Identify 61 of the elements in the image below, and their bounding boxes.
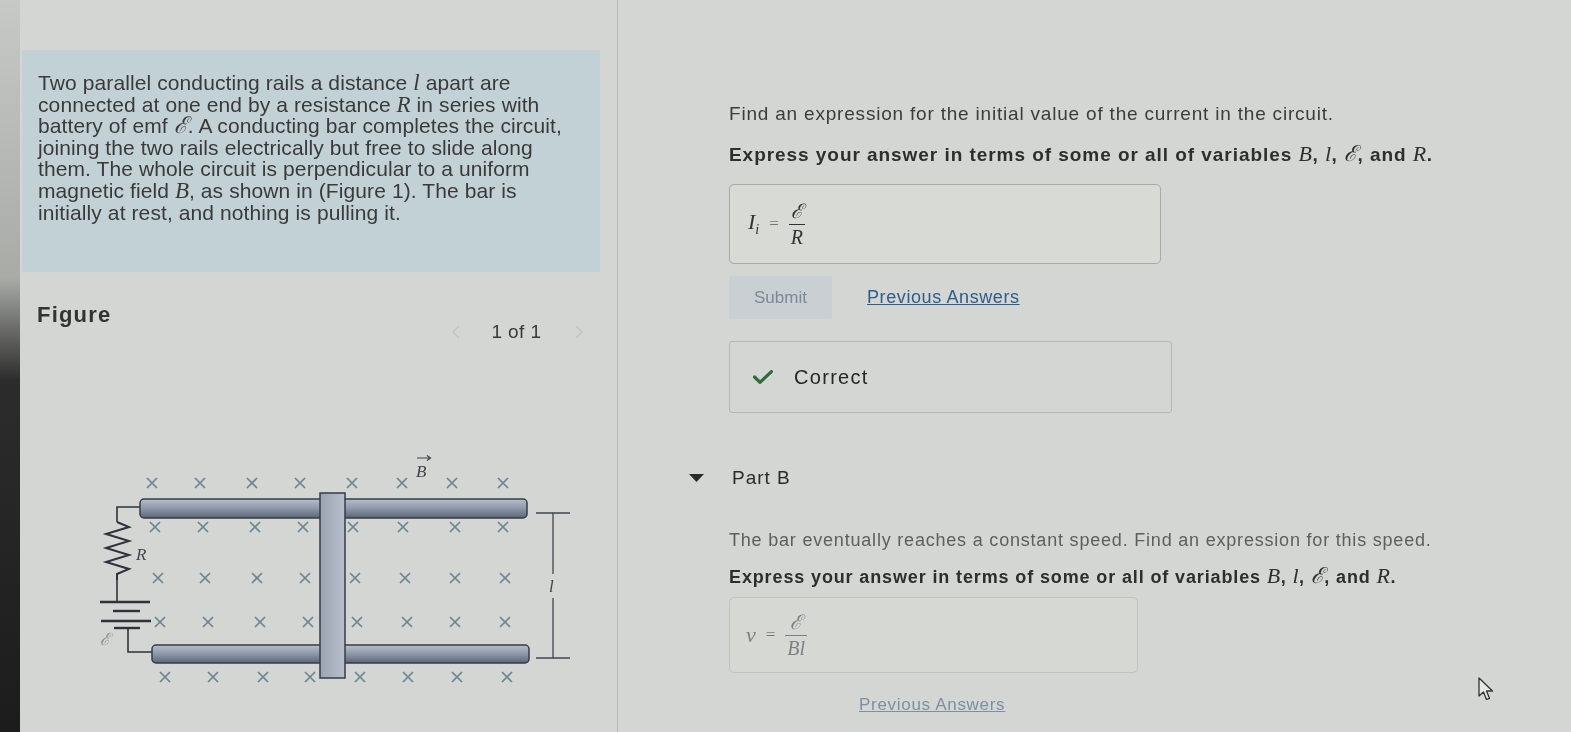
figure-counter: 1 of 1 xyxy=(491,321,542,343)
field-cross-icon xyxy=(346,477,358,489)
field-cross-icon xyxy=(451,671,463,683)
field-cross-icon xyxy=(246,477,258,489)
field-cross-icon xyxy=(304,671,316,683)
field-cross-icon xyxy=(401,616,413,628)
field-cross-icon xyxy=(251,572,263,584)
part-toggle[interactable]: Part B xyxy=(689,467,791,489)
field-cross-icon xyxy=(297,521,309,533)
field-cross-icon xyxy=(396,477,408,489)
field-cross-icon xyxy=(159,671,171,683)
field-cross-icon xyxy=(354,671,366,683)
previous-answers-link[interactable]: Previous Answers xyxy=(867,287,1020,308)
field-cross-icon xyxy=(399,572,411,584)
wire xyxy=(116,506,142,523)
field-cross-icon xyxy=(449,521,461,533)
caret-down-icon xyxy=(689,474,704,482)
resistor-symbol xyxy=(102,521,133,581)
field-cross-icon xyxy=(202,616,214,628)
field-cross-icon xyxy=(302,616,314,628)
field-cross-icon xyxy=(194,477,206,489)
battery-symbol xyxy=(100,600,151,630)
field-cross-icon xyxy=(499,616,511,628)
wire xyxy=(127,627,154,653)
field-cross-icon xyxy=(146,477,158,489)
question-prompt: Find an expression for the initial value of the current in the circuit. xyxy=(729,104,1335,124)
field-cross-icon xyxy=(254,616,266,628)
feedback-message: Correct xyxy=(794,365,869,389)
field-cross-icon xyxy=(197,521,209,533)
resistance-label: R xyxy=(136,545,147,564)
field-cross-icon xyxy=(497,477,509,489)
field-cross-icon xyxy=(152,572,164,584)
field-cross-icon xyxy=(257,671,269,683)
problem-statement: Two parallel conducting rails a distance l apart are connected at one end by a resistance R in series with battery of emf ℰ. A conducting bar completes the circuit, joining the two rails electrically but free to slide along them. The whole circuit is perpendicular to a uniform magnetic field B, as shown in (Figure 1). The bar is initially at rest, and nothing is pulling it. xyxy=(38,72,563,224)
answer-instruction: Express your answer in terms of some or all of variables B, l, ℰ, and R. xyxy=(729,566,1398,587)
field-cross-icon xyxy=(299,572,311,584)
field-cross-icon xyxy=(402,671,414,683)
field-cross-icon xyxy=(347,521,359,533)
check-icon xyxy=(753,370,773,384)
field-cross-icon xyxy=(349,572,361,584)
field-cross-icon xyxy=(351,616,363,628)
field-cross-icon xyxy=(501,671,513,683)
field-cross-icon xyxy=(499,572,511,584)
field-vector-label: B xyxy=(416,454,432,481)
field-cross-icon xyxy=(446,477,458,489)
wire xyxy=(116,579,118,603)
field-cross-icon xyxy=(294,477,306,489)
field-cross-icon xyxy=(449,572,461,584)
field-cross-icon xyxy=(149,521,161,533)
field-cross-icon xyxy=(249,521,261,533)
figure-heading: Figure xyxy=(37,303,112,327)
field-cross-icon xyxy=(199,572,211,584)
field-cross-icon xyxy=(449,616,461,628)
field-cross-icon xyxy=(397,521,409,533)
answer-instruction: Express your answer in terms of some or all of variables B, l, ℰ, and R. xyxy=(729,144,1434,165)
distance-label: l xyxy=(549,577,554,596)
field-cross-icon xyxy=(154,616,166,628)
field-cross-icon xyxy=(207,671,219,683)
question-prompt: The bar eventually reaches a constant speed. Find an expression for this speed. xyxy=(729,530,1433,550)
field-cross-icon xyxy=(497,521,509,533)
mouse-pointer-icon xyxy=(1478,677,1494,701)
